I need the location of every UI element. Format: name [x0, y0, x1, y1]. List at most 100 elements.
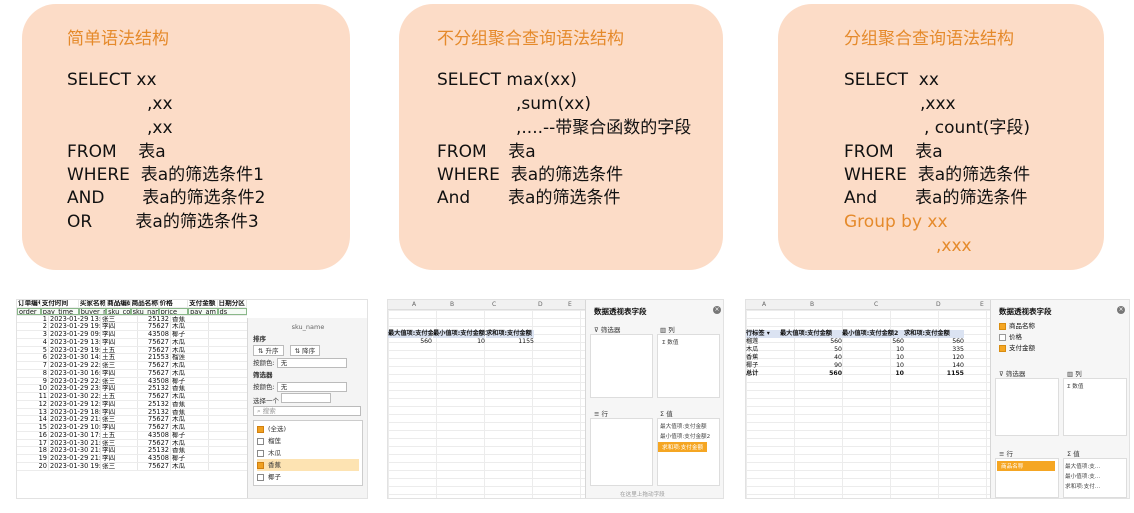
table-cell[interactable]: 李四 — [101, 323, 138, 330]
table-cell[interactable]: 3 — [17, 331, 49, 338]
column-field[interactable]: Σ 数值 — [1067, 382, 1084, 390]
table-cell[interactable]: 2023-01-30 22:02:09 — [49, 393, 101, 400]
table-cell[interactable]: 21553 — [138, 354, 171, 361]
pivot-cell[interactable]: 香蕉 — [746, 354, 780, 362]
value-field[interactable]: 最小值项:支付金额2 — [660, 432, 710, 440]
table-row[interactable]: 102023-01-29 23:00:45李四25132香蕉 — [17, 385, 247, 393]
table-cell[interactable]: 王五 — [101, 354, 138, 361]
table-cell[interactable]: 椰子 — [171, 431, 209, 439]
value-field[interactable]: 求和项:支付... — [1065, 482, 1100, 490]
table-cell[interactable]: 25132 — [138, 400, 171, 408]
filter-dropdown[interactable]: price — [158, 307, 189, 315]
column-header[interactable]: 日期分区 — [218, 300, 247, 307]
filter-dropdown[interactable]: buyer_nam — [78, 307, 107, 315]
table-row[interactable]: 72023-01-29 22:43:47张三75627木瓜 — [17, 362, 247, 370]
table-cell[interactable]: 木瓜 — [171, 323, 209, 330]
table-cell[interactable]: 木瓜 — [171, 369, 209, 377]
table-cell[interactable]: 2023-01-29 19:48:28 — [49, 323, 101, 330]
sort-desc-button[interactable]: ⇅ 降序 — [289, 345, 321, 356]
table-cell[interactable]: 9 — [17, 377, 49, 385]
table-cell[interactable]: 香蕉 — [171, 315, 209, 323]
table-cell[interactable]: 木瓜 — [171, 439, 209, 447]
table-cell[interactable]: 75627 — [138, 338, 171, 346]
pivot-header[interactable]: 最大值项:支付金额 — [388, 330, 440, 338]
pivot-cell[interactable]: 10 — [842, 346, 904, 354]
table-cell[interactable]: 李四 — [101, 400, 138, 408]
table-cell[interactable]: 75627 — [138, 346, 171, 354]
checkbox-icon[interactable] — [257, 473, 264, 481]
column-header[interactable]: 支付金额 — [188, 300, 218, 307]
table-cell[interactable]: 4 — [17, 338, 49, 346]
table-cell[interactable]: 5 — [17, 346, 49, 354]
filter-dropdown[interactable]: sku_name — [130, 307, 159, 315]
table-cell[interactable]: 张三 — [101, 377, 138, 385]
table-row[interactable]: 52023-01-29 19:18:23王五75627木瓜 — [17, 346, 247, 355]
pivot-header[interactable]: 求和项:支付金额 — [904, 330, 964, 338]
value-field-selected[interactable]: 求和项:支付金额 — [658, 442, 708, 452]
table-row[interactable]: 132023-01-29 18:15:20李四25132香蕉 — [17, 408, 247, 417]
table-cell[interactable]: 7 — [17, 362, 49, 369]
checkbox-icon[interactable] — [257, 449, 264, 457]
sort-color-select[interactable]: 无 — [276, 358, 347, 368]
filter-dropdown[interactable]: pay_time — [40, 307, 79, 315]
table-cell[interactable]: 25132 — [138, 315, 171, 323]
table-row[interactable]: 12023-01-29 13:00:19张三25132香蕉 — [17, 315, 247, 324]
table-cell[interactable]: 43508 — [138, 455, 171, 462]
table-cell[interactable]: 王五 — [101, 431, 138, 439]
column-header[interactable]: 订单编号 — [17, 300, 41, 307]
table-cell[interactable]: 2023-01-30 21:19:14 — [49, 439, 101, 447]
table-cell[interactable]: 木瓜 — [171, 424, 209, 431]
table-cell[interactable]: 2023-01-29 22:38:56 — [49, 377, 101, 385]
table-cell[interactable]: 2023-01-30 14:31:03 — [49, 354, 101, 361]
table-cell[interactable]: 2023-01-29 09:36:30 — [49, 331, 101, 338]
pivot-cell[interactable]: 1155 — [486, 338, 534, 346]
pivot-total-cell[interactable]: 560 — [780, 370, 842, 378]
table-cell[interactable]: 椰子 — [171, 331, 209, 338]
filter-dropdown[interactable]: sku_cod — [106, 307, 131, 315]
pivot-cell[interactable]: 560 — [388, 338, 432, 346]
row-field-selected[interactable]: 商品名称 — [997, 461, 1055, 471]
value-field[interactable]: 最大值项:支... — [1065, 462, 1100, 470]
pivot-cell[interactable]: 90 — [780, 362, 842, 370]
search-input[interactable]: ⌕ 搜索 — [253, 406, 361, 416]
table-cell[interactable]: 王五 — [101, 346, 138, 354]
table-cell[interactable]: 香蕉 — [171, 408, 209, 416]
table-cell[interactable]: 2023-01-29 21:34:52 — [49, 416, 101, 423]
table-cell[interactable]: 木瓜 — [171, 346, 209, 354]
table-row[interactable]: 112023-01-30 22:02:09王五75627木瓜 — [17, 393, 247, 401]
filter-drop-zone[interactable] — [590, 334, 653, 398]
table-cell[interactable]: 1 — [17, 315, 49, 323]
pivot-cell[interactable]: 40 — [780, 354, 842, 362]
table-cell[interactable]: 75627 — [138, 362, 171, 369]
table-cell[interactable]: 木瓜 — [171, 338, 209, 346]
table-cell[interactable]: 李四 — [101, 455, 138, 462]
table-cell[interactable]: 75627 — [138, 369, 171, 377]
table-cell[interactable]: 10 — [17, 385, 49, 392]
table-cell[interactable]: 香蕉 — [171, 400, 209, 408]
pivot-cell[interactable]: 榴莲 — [746, 338, 780, 346]
table-cell[interactable]: 2023-01-29 22:43:47 — [49, 362, 101, 369]
choose-one-select[interactable]: 选择一个 — [253, 397, 279, 405]
checkbox-icon[interactable] — [257, 425, 264, 433]
table-cell[interactable]: 2023-01-30 16:11:47 — [49, 369, 101, 377]
table-cell[interactable]: 75627 — [138, 416, 171, 423]
table-cell[interactable]: 43508 — [138, 377, 171, 385]
table-cell[interactable]: 2023-01-29 21:04:41 — [49, 455, 101, 462]
table-cell[interactable]: 25132 — [138, 385, 171, 392]
table-cell[interactable]: 李四 — [101, 424, 138, 431]
checkbox-icon[interactable] — [257, 437, 264, 445]
table-cell[interactable]: 李四 — [101, 331, 138, 338]
pivot-cell[interactable]: 椰子 — [746, 362, 780, 370]
table-cell[interactable]: 张三 — [101, 362, 138, 369]
pivot-cell[interactable]: 木瓜 — [746, 346, 780, 354]
table-cell[interactable]: 2023-01-30 19:24:45 — [49, 462, 101, 470]
table-cell[interactable]: 2023-01-29 12:37:03 — [49, 400, 101, 408]
table-cell[interactable]: 2023-01-29 13:14:33 — [49, 338, 101, 346]
table-cell[interactable]: 张三 — [101, 315, 138, 323]
table-row[interactable]: 32023-01-29 09:36:30李四43508椰子 — [17, 331, 247, 339]
table-row[interactable]: 192023-01-29 21:04:41李四43508椰子 — [17, 455, 247, 463]
table-cell[interactable]: 19 — [17, 455, 49, 462]
row-drop-zone[interactable] — [590, 418, 653, 486]
table-cell[interactable]: 20 — [17, 462, 49, 470]
table-row[interactable]: 42023-01-29 13:14:33李四75627木瓜 — [17, 338, 247, 347]
